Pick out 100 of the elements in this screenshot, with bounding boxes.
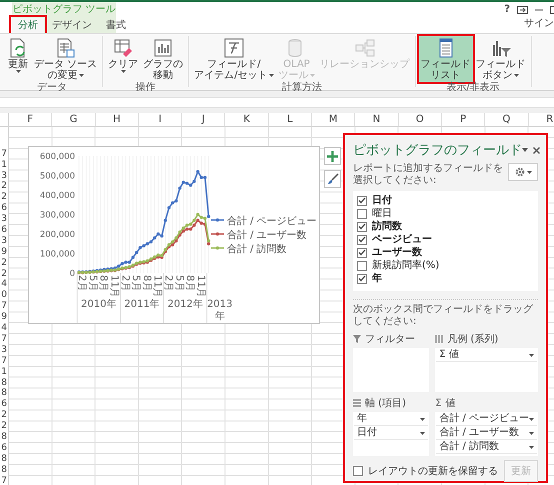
field-checkbox[interactable]: 年 bbox=[357, 272, 534, 285]
row-header[interactable]: 8 bbox=[0, 432, 8, 443]
ribbon-button[interactable]: フィールド/ アイテム/セット bbox=[192, 36, 276, 82]
row-header[interactable]: 7 bbox=[0, 148, 8, 160]
row-header[interactable]: 6 bbox=[0, 225, 8, 236]
row-header[interactable]: 6 bbox=[0, 399, 8, 410]
axis-tick-label: 11月 bbox=[194, 275, 206, 298]
row-header[interactable]: 3 bbox=[0, 170, 8, 182]
row-header[interactable]: 9 bbox=[0, 246, 8, 258]
area-field-item[interactable]: 合計 / ページビュー bbox=[436, 413, 537, 426]
ribbon-tab[interactable]: 書式 bbox=[100, 18, 132, 33]
axis-group-label: 2012年 bbox=[167, 299, 203, 311]
field-checkbox[interactable]: 曜日 bbox=[357, 207, 534, 220]
chart-area[interactable]: 0 100,000 200,000 300,000 400,000 500,000 600,000 2月 5月 8月 11月 2月 5月 8月 11月 2月 5月 8月 11月 2010年 2011年 2012年 2013年 合計 / ページビュー 合計 / ユーザー数 合計 / 訪問数 bbox=[28, 146, 320, 324]
area-field-item[interactable]: 日付 bbox=[354, 427, 428, 440]
settings-button[interactable] bbox=[508, 163, 538, 181]
row-header[interactable]: 4 bbox=[0, 323, 8, 334]
row-header[interactable]: 3 bbox=[0, 236, 8, 247]
drop-area[interactable]: Σ 値 bbox=[435, 348, 538, 392]
sigma-icon: Σ bbox=[435, 398, 442, 408]
defer-update-checkbox[interactable]: レイアウトの更新を保留する bbox=[353, 464, 498, 478]
column-header[interactable]: K bbox=[225, 113, 269, 126]
axis-tick-label: 2月 bbox=[119, 275, 130, 292]
row-header[interactable]: 2 bbox=[0, 421, 8, 432]
caret-icon bbox=[526, 170, 532, 174]
ribbon-button[interactable]: グラフの 移動 bbox=[141, 36, 186, 82]
ribbon-group-label: 表示/非表示 bbox=[446, 82, 500, 93]
axis-tick-label: 5月 bbox=[130, 275, 142, 292]
ribbon-tab[interactable]: 分析 bbox=[12, 18, 44, 33]
row-header[interactable]: 2 bbox=[0, 181, 8, 192]
axis-tick-label: 0 bbox=[70, 269, 75, 279]
column-header[interactable]: M bbox=[312, 113, 356, 126]
area-field-item[interactable]: 年 bbox=[354, 413, 428, 426]
display-options-icon[interactable] bbox=[517, 6, 528, 14]
column-header[interactable]: R bbox=[528, 113, 554, 126]
area-field-item[interactable]: 合計 / 訪問数 bbox=[436, 441, 537, 454]
row-header[interactable]: 2 bbox=[0, 258, 8, 269]
row-header[interactable]: 1 bbox=[0, 160, 8, 171]
column-header[interactable]: H bbox=[96, 113, 139, 126]
row-header[interactable]: 1 bbox=[0, 366, 8, 378]
axis-group-label: 2011年 bbox=[124, 299, 160, 311]
ribbon-button[interactable]: フィールド リスト bbox=[418, 36, 473, 82]
axis-tick-label: 2月 bbox=[162, 275, 174, 292]
area-field-item[interactable]: Σ 値 bbox=[436, 349, 537, 362]
axis-tick-label: 8月 bbox=[140, 275, 152, 292]
row-header[interactable]: 0 bbox=[0, 290, 8, 302]
row-header[interactable]: 2 bbox=[0, 410, 8, 422]
column-header[interactable]: L bbox=[268, 113, 312, 126]
sign-in-link[interactable]: サイン bbox=[524, 17, 554, 31]
row-header[interactable]: 2 bbox=[0, 192, 8, 204]
ribbon-button[interactable]: クリア bbox=[106, 36, 140, 74]
column-header[interactable]: I bbox=[138, 113, 182, 126]
legend-key-icon bbox=[211, 218, 224, 222]
row-header[interactable]: 7 bbox=[0, 334, 8, 345]
row-header[interactable]: 3 bbox=[0, 344, 8, 356]
field-checkbox[interactable]: 訪問数 bbox=[357, 220, 534, 233]
ribbon-button[interactable]: フィールド ボタン bbox=[474, 36, 528, 82]
axis-tick-label: 11月 bbox=[152, 275, 163, 298]
field-checkbox[interactable]: 日付 bbox=[357, 194, 534, 207]
row-header[interactable]: 6 bbox=[0, 442, 8, 454]
ribbon-tab[interactable]: デザイン bbox=[46, 18, 98, 33]
column-header[interactable]: F bbox=[9, 113, 52, 126]
area-field-item[interactable]: 合計 / ユーザー数 bbox=[436, 427, 537, 440]
axis-tick-label: 2月 bbox=[76, 275, 88, 292]
row-header[interactable]: 9 bbox=[0, 312, 8, 324]
column-header[interactable]: N bbox=[355, 113, 399, 126]
column-header[interactable]: P bbox=[442, 113, 486, 126]
row-header[interactable]: 2 bbox=[0, 268, 8, 280]
row-header[interactable]: 3 bbox=[0, 214, 8, 226]
column-header[interactable]: G bbox=[52, 113, 96, 126]
row-header[interactable]: 4 bbox=[0, 279, 8, 290]
chart-styles-button[interactable] bbox=[324, 170, 341, 188]
row-header[interactable]: 7 bbox=[0, 476, 8, 485]
ribbon-button[interactable]: 更新 bbox=[5, 36, 31, 74]
row-header[interactable]: 7 bbox=[0, 301, 8, 312]
row-header[interactable]: 8 bbox=[0, 378, 8, 388]
area-label: フィルター bbox=[365, 333, 415, 346]
drop-area[interactable]: 合計 / ページビュー 合計 / ユーザー数 合計 / 訪問数 bbox=[435, 412, 538, 456]
close-icon[interactable] bbox=[533, 146, 540, 154]
caret-icon bbox=[420, 432, 426, 434]
caret-icon bbox=[529, 432, 534, 434]
chart-elements-button[interactable] bbox=[324, 147, 341, 165]
legend-key-icon bbox=[211, 246, 224, 250]
row-header[interactable]: 8 bbox=[0, 454, 8, 465]
field-checkbox[interactable]: ユーザー数 bbox=[357, 246, 534, 259]
instruction-text: レポートに追加するフィールドを選択してください: bbox=[353, 163, 504, 187]
row-header[interactable]: 6 bbox=[0, 203, 8, 214]
field-checkbox[interactable]: ページビュー bbox=[357, 233, 534, 246]
dropdown-icon[interactable] bbox=[522, 148, 528, 152]
legend-label: 合計 / ページビュー bbox=[227, 216, 317, 227]
row-header[interactable]: 8 bbox=[0, 388, 8, 400]
column-header[interactable]: O bbox=[398, 113, 442, 126]
drop-area[interactable]: 年 日付 bbox=[353, 412, 430, 456]
column-header[interactable]: Q bbox=[485, 113, 529, 126]
row-header[interactable]: 7 bbox=[0, 356, 8, 367]
column-header[interactable]: J bbox=[182, 113, 226, 126]
field-checkbox[interactable]: 新規訪問率(%) bbox=[357, 259, 534, 272]
help-button[interactable]: ? bbox=[504, 4, 510, 15]
row-header[interactable]: 8 bbox=[0, 464, 8, 476]
ribbon-button[interactable]: データ ソース の変更 bbox=[32, 36, 100, 82]
